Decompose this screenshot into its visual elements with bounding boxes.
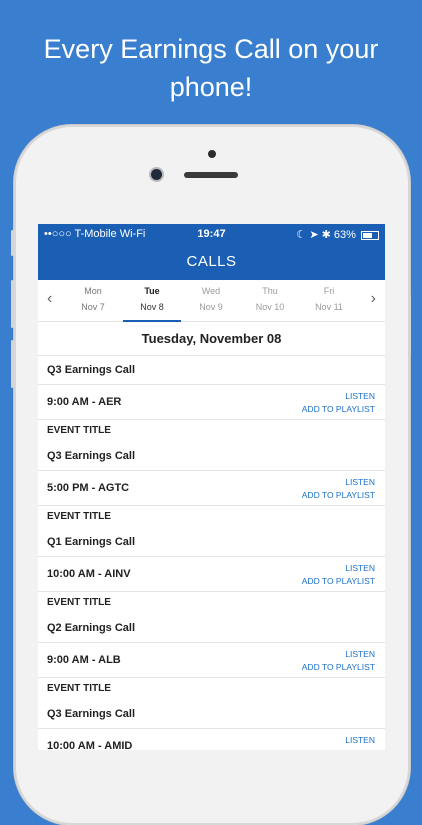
headline: Every Earnings Call on your phone! xyxy=(0,30,422,106)
date-tab-date: Nov 10 xyxy=(255,302,285,312)
phone-volume-down xyxy=(11,340,14,388)
call-row: 5:00 PM - AGTC LISTEN ADD TO PLAYLIST xyxy=(38,471,385,506)
earpiece-speaker xyxy=(184,172,238,178)
date-tab-mon[interactable]: Mon Nov 7 xyxy=(64,286,122,312)
date-selector: ‹ › Mon Nov 7 Tue Nov 8 Wed Nov 9 Thu No… xyxy=(38,280,385,322)
listen-button[interactable]: LISTEN xyxy=(302,734,375,747)
add-to-playlist-button[interactable]: ADD TO PLAYLIST xyxy=(302,575,375,588)
date-tab-wed[interactable]: Wed Nov 9 xyxy=(182,286,240,312)
date-tab-date: Nov 9 xyxy=(199,302,223,312)
listen-button[interactable]: LISTEN xyxy=(302,648,375,661)
date-tab-day: Fri xyxy=(323,286,335,296)
add-to-playlist-button[interactable]: ADD TO PLAYLIST xyxy=(302,489,375,502)
event-title: Q3 Earnings Call xyxy=(38,700,385,729)
event-title: Q3 Earnings Call xyxy=(38,356,385,385)
nav-title: CALLS xyxy=(38,244,385,280)
date-tab-date: Nov 8 xyxy=(140,302,164,312)
headline-line-2: phone! xyxy=(169,72,253,102)
call-actions: LISTEN ADD TO PLAYLIST xyxy=(302,648,375,674)
call-row: 10:00 AM - AINV LISTEN ADD TO PLAYLIST xyxy=(38,557,385,592)
proximity-sensor xyxy=(208,150,216,158)
event-title: Q3 Earnings Call xyxy=(38,442,385,471)
call-row: 9:00 AM - AER LISTEN ADD TO PLAYLIST xyxy=(38,385,385,420)
date-tab-day: Mon xyxy=(84,286,102,296)
add-to-playlist-button[interactable]: ADD TO PLAYLIST xyxy=(302,403,375,416)
date-tab-date: Nov 11 xyxy=(315,302,343,312)
battery-icon xyxy=(361,230,379,240)
date-tab-fri[interactable]: Fri Nov 11 xyxy=(300,286,358,312)
date-tab-day: Wed xyxy=(201,286,221,296)
listen-button[interactable]: LISTEN xyxy=(302,562,375,575)
call-actions: LISTEN ADD TO PLAYLIST xyxy=(302,390,375,416)
date-tab-day: Tue xyxy=(144,286,160,296)
selected-date-indicator xyxy=(123,320,181,322)
event-title-label: EVENT TITLE xyxy=(47,683,111,694)
event-title: Q2 Earnings Call xyxy=(38,614,385,643)
phone-screen: ••○○○ T-Mobile Wi-Fi 19:47 ☾ ➤ ✱ 63% CAL… xyxy=(38,224,385,750)
call-actions: LISTEN ADD TO PLAYLIST xyxy=(302,734,375,750)
call-row: 10:00 AM - AMID LISTEN ADD TO PLAYLIST xyxy=(38,729,385,750)
event-title-label: EVENT TITLE xyxy=(47,425,111,436)
event-title-label: EVENT TITLE xyxy=(47,511,111,522)
phone-side-button xyxy=(11,230,14,256)
battery-percent: 63% xyxy=(333,229,356,241)
listen-button[interactable]: LISTEN xyxy=(302,390,375,403)
call-row: 9:00 AM - ALB LISTEN ADD TO PLAYLIST xyxy=(38,643,385,678)
status-right: ☾ ➤ ✱ 63% xyxy=(296,228,379,241)
phone-volume-up xyxy=(11,280,14,328)
day-title: Tuesday, November 08 xyxy=(38,322,385,356)
add-to-playlist-button[interactable]: ADD TO PLAYLIST xyxy=(302,661,375,674)
call-actions: LISTEN ADD TO PLAYLIST xyxy=(302,476,375,502)
phone-power-button xyxy=(408,295,411,355)
call-time-ticker: 10:00 AM - AMID xyxy=(47,740,133,750)
front-camera xyxy=(151,169,162,180)
status-bar: ••○○○ T-Mobile Wi-Fi 19:47 ☾ ➤ ✱ 63% xyxy=(38,224,385,244)
listen-button[interactable]: LISTEN xyxy=(302,476,375,489)
event-title: Q1 Earnings Call xyxy=(38,528,385,557)
date-tab-thu[interactable]: Thu Nov 10 xyxy=(241,286,299,312)
call-time-ticker: 5:00 PM - AGTC xyxy=(47,482,130,494)
call-actions: LISTEN ADD TO PLAYLIST xyxy=(302,562,375,588)
event-title-label: EVENT TITLE xyxy=(47,597,111,608)
call-time-ticker: 10:00 AM - AINV xyxy=(47,568,131,580)
date-tab-day: Thu xyxy=(262,286,278,296)
status-icons: ☾ ➤ ✱ xyxy=(296,229,331,241)
date-tab-date: Nov 7 xyxy=(81,302,105,312)
date-tab-tue[interactable]: Tue Nov 8 xyxy=(123,286,181,312)
chevron-right-icon[interactable]: › xyxy=(371,290,376,308)
call-time-ticker: 9:00 AM - AER xyxy=(47,396,122,408)
call-time-ticker: 9:00 AM - ALB xyxy=(47,654,121,666)
chevron-left-icon[interactable]: ‹ xyxy=(47,290,52,308)
headline-line-1: Every Earnings Call on your xyxy=(43,34,379,64)
